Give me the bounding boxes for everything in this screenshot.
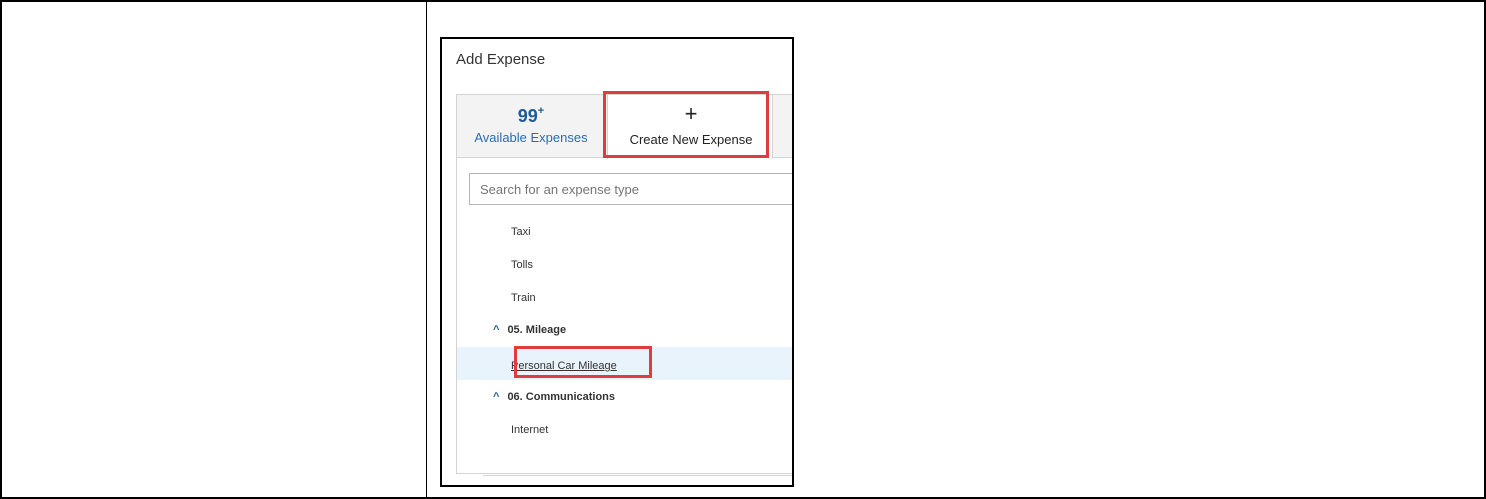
- available-count: 99+: [517, 105, 545, 126]
- plus-icon: +: [684, 101, 698, 126]
- tab-create-label: Create New Expense: [629, 132, 753, 147]
- dialog-title: Add Expense: [456, 51, 546, 68]
- selected-row[interactable]: [457, 347, 792, 380]
- chevron-up-icon: ^: [493, 324, 500, 336]
- group-mileage-label: 05. Mileage: [507, 324, 567, 336]
- tab-bar: 99+ Available Expenses + Create New Expe…: [457, 95, 792, 159]
- list-item-internet[interactable]: Internet: [511, 424, 548, 436]
- group-communications-label: 06. Communications: [507, 391, 616, 403]
- add-expense-dialog: Add Expense 99+ Available Expenses + Cre…: [440, 37, 794, 487]
- personal-car-mileage-link[interactable]: Personal Car Mileage: [511, 360, 617, 372]
- expense-type-search-input[interactable]: [469, 173, 792, 205]
- group-mileage[interactable]: ^ 05. Mileage: [493, 324, 566, 336]
- tab-available-expenses[interactable]: 99+ Available Expenses: [457, 95, 605, 158]
- list-divider: [483, 475, 792, 476]
- group-communications[interactable]: ^ 06. Communications: [493, 391, 615, 403]
- list-item-taxi[interactable]: Taxi: [511, 226, 531, 238]
- chevron-up-icon: ^: [493, 391, 500, 403]
- table-column-divider: [426, 2, 427, 499]
- list-item-tolls[interactable]: Tolls: [511, 259, 533, 271]
- expense-panel: 99+ Available Expenses + Create New Expe…: [456, 94, 792, 476]
- tab-available-label: Available Expenses: [474, 130, 588, 145]
- tab-create-new-expense[interactable]: + Create New Expense: [607, 95, 773, 159]
- list-item-train[interactable]: Train: [511, 292, 536, 304]
